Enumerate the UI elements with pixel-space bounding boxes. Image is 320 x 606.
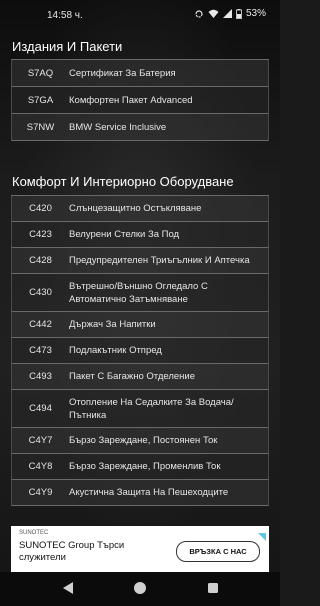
status-bar: 14:58 ч. 53% bbox=[0, 0, 280, 30]
option-code: C4Y7 bbox=[28, 435, 53, 446]
ad-brand: SUNOTEC bbox=[19, 530, 49, 536]
navigation-bar bbox=[0, 572, 280, 606]
option-code: C493 bbox=[29, 371, 52, 382]
option-description: Комфортен Пакет Advanced bbox=[69, 94, 193, 106]
table-row: C4Y8 Бързо Зареждане, Променлив Ток bbox=[11, 454, 269, 480]
table-row: C428 Предупредителен Триъгълник И Аптечк… bbox=[11, 248, 269, 274]
status-icons: 53% bbox=[194, 8, 266, 19]
option-code: C494 bbox=[29, 403, 52, 414]
signal-icon bbox=[222, 8, 232, 19]
option-description: Държач За Напитки bbox=[69, 319, 156, 330]
option-code: C428 bbox=[29, 255, 52, 266]
option-description: Велурени Стелки За Под bbox=[69, 229, 180, 240]
ad-text[interactable]: SUNOTEC Group Търси служители bbox=[19, 540, 169, 564]
ad-info-icon[interactable] bbox=[258, 528, 266, 546]
battery-percent: 53% bbox=[245, 8, 266, 19]
option-description: Бързо Зареждане, Променлив Ток bbox=[69, 461, 221, 472]
table-row: C493 Пакет С Багажно Отделение bbox=[11, 364, 269, 390]
table-row: C494 Отопление На Седалките За Водача/Пъ… bbox=[11, 390, 269, 428]
table-row: S7NW BMW Service Inclusive bbox=[11, 114, 269, 141]
table-row: C4Y7 Бързо Зареждане, Постоянен Ток bbox=[11, 428, 269, 454]
ad-banner[interactable]: SUNOTEC SUNOTEC Group Търси служители ВР… bbox=[11, 526, 269, 572]
sync-icon bbox=[194, 9, 204, 19]
wifi-icon bbox=[208, 9, 219, 19]
option-description: Бързо Зареждане, Постоянен Ток bbox=[69, 435, 218, 446]
table-row: S7AQ Сертификат За Батерия bbox=[11, 60, 269, 87]
option-description: Пакет С Багажно Отделение bbox=[69, 371, 196, 382]
home-icon[interactable] bbox=[133, 581, 147, 600]
option-description: Подлакътник Отпред bbox=[69, 345, 162, 356]
option-description: BMW Service Inclusive bbox=[69, 121, 167, 133]
option-code: C4Y9 bbox=[28, 487, 53, 498]
table-row: S7GA Комфортен Пакет Advanced bbox=[11, 87, 269, 114]
battery-icon bbox=[236, 8, 242, 19]
recents-icon[interactable] bbox=[206, 581, 220, 600]
table-row: C4Y9 Акустична Защита На Пешеходците bbox=[11, 480, 269, 506]
option-code: S7GA bbox=[27, 94, 54, 106]
option-description: Отопление На Седалките За Водача/Пътника bbox=[69, 396, 234, 421]
table-row: C423 Велурени Стелки За Под bbox=[11, 222, 269, 248]
table-row: C430 Вътрешно/Външно Огледало С Автомати… bbox=[11, 274, 269, 312]
option-description: Акустична Защита На Пешеходците bbox=[69, 487, 229, 498]
option-code: C423 bbox=[29, 229, 52, 240]
comfort-table: C420 Слънцезащитно Остъкляване C423 Велу… bbox=[11, 195, 269, 506]
table-row: C473 Подлакътник Отпред bbox=[11, 338, 269, 364]
option-code: C4Y8 bbox=[28, 461, 53, 472]
option-description: Вътрешно/Външно Огледало С Автоматично З… bbox=[69, 280, 208, 305]
option-description: Сертификат За Батерия bbox=[69, 67, 176, 79]
option-code: C430 bbox=[29, 287, 52, 298]
ad-contact-button[interactable]: ВРЪЗКА С НАС bbox=[176, 541, 260, 562]
table-row: C420 Слънцезащитно Остъкляване bbox=[11, 196, 269, 222]
option-description: Слънцезащитно Остъкляване bbox=[69, 203, 202, 214]
option-code: C420 bbox=[29, 203, 52, 214]
option-code: C442 bbox=[29, 319, 52, 330]
status-time: 14:58 ч. bbox=[47, 10, 83, 21]
option-code: C473 bbox=[29, 345, 52, 356]
table-row: C442 Държач За Напитки bbox=[11, 312, 269, 338]
option-code: S7NW bbox=[26, 121, 55, 133]
packages-table: S7AQ Сертификат За Батерия S7GA Комфорте… bbox=[11, 59, 269, 141]
option-description: Предупредителен Триъгълник И Аптечка bbox=[69, 255, 250, 266]
back-icon[interactable] bbox=[61, 581, 75, 600]
option-code: S7AQ bbox=[27, 67, 54, 79]
section-title-comfort: Комфорт И Интериорно Оборудване bbox=[12, 174, 234, 189]
section-title-packages: Издания И Пакети bbox=[12, 39, 123, 54]
